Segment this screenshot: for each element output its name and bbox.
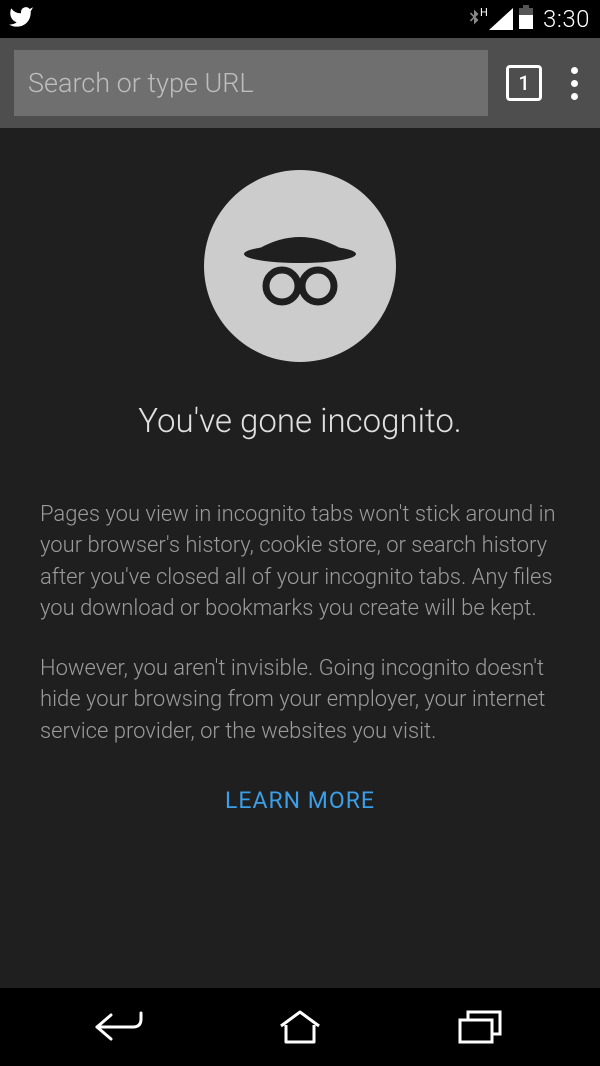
recents-button[interactable]	[440, 1002, 520, 1052]
tab-switcher-button[interactable]: 1	[506, 65, 542, 101]
clock: 3:30	[543, 5, 590, 33]
incognito-icon	[204, 170, 396, 362]
incognito-heading: You've gone incognito.	[138, 402, 461, 441]
signal-icon: H	[489, 8, 513, 30]
tab-count: 1	[518, 71, 529, 95]
back-button[interactable]	[80, 1002, 160, 1052]
status-bar: H 3:30	[0, 0, 600, 38]
browser-toolbar: 1	[0, 38, 600, 128]
incognito-description: Pages you view in incognito tabs won't s…	[40, 499, 560, 747]
network-type-label: H	[480, 6, 488, 19]
learn-more-link[interactable]: LEARN MORE	[225, 787, 375, 814]
incognito-landing: You've gone incognito. Pages you view in…	[0, 128, 600, 988]
system-nav-bar	[0, 988, 600, 1066]
url-input[interactable]	[28, 67, 474, 99]
url-bar[interactable]	[14, 50, 488, 116]
incognito-paragraph-2: However, you aren't invisible. Going inc…	[40, 653, 560, 747]
battery-icon	[519, 5, 533, 33]
overflow-menu-button[interactable]	[560, 63, 588, 104]
home-button[interactable]	[260, 1002, 340, 1052]
incognito-paragraph-1: Pages you view in incognito tabs won't s…	[40, 499, 560, 625]
twitter-notification-icon	[8, 4, 34, 34]
